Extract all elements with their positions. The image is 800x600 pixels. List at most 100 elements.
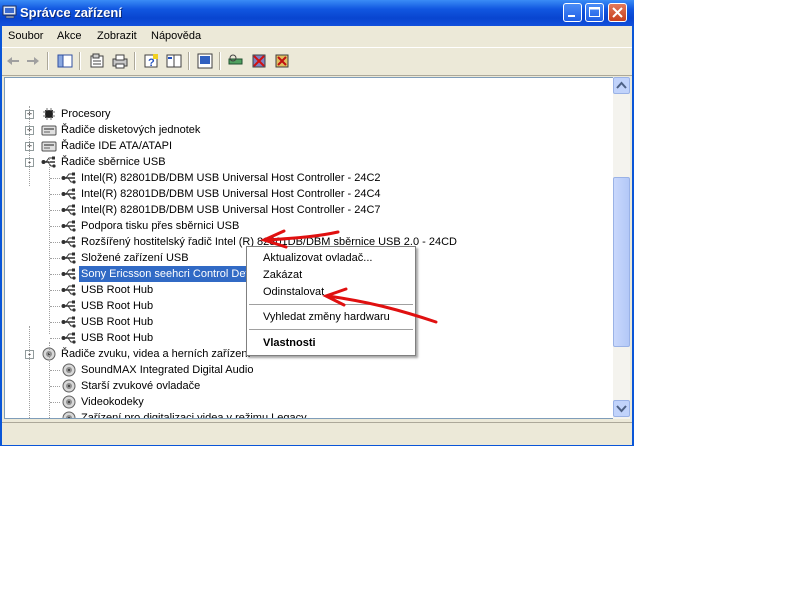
menu-item-update-driver[interactable]: Aktualizovat ovladač... xyxy=(263,250,372,266)
minimize-button[interactable] xyxy=(563,3,582,22)
tree-category[interactable]: + Řadiče IDE ATA/ATAPI xyxy=(5,138,605,154)
tree-connector xyxy=(50,418,60,419)
tree-item-label: Procesory xyxy=(61,108,111,120)
tree-item-label: USB Root Hub xyxy=(81,300,154,312)
tree-item[interactable]: Starší zvukové ovladače xyxy=(5,378,605,394)
properties-icon[interactable] xyxy=(88,52,106,70)
tree-item-label: Složené zařízení USB xyxy=(81,252,189,264)
scroll-down-button[interactable] xyxy=(613,400,630,417)
usb-icon xyxy=(61,268,76,280)
tree-connector xyxy=(50,322,60,323)
maximize-button[interactable] xyxy=(585,3,604,22)
tree-connector xyxy=(50,306,60,307)
sound-icon xyxy=(62,363,76,377)
usb-icon xyxy=(61,188,76,200)
tree-item-label: USB Root Hub xyxy=(81,332,154,344)
tree-item[interactable]: SoundMAX Integrated Digital Audio xyxy=(5,362,605,378)
tree-connector xyxy=(50,226,60,227)
tree-item[interactable]: Intel(R) 82801DB/DBM USB Universal Host … xyxy=(5,170,605,186)
tree-item-label: Řadiče IDE ATA/ATAPI xyxy=(61,140,173,152)
help-icon[interactable]: ? xyxy=(142,52,160,70)
tree-item-label: SoundMAX Integrated Digital Audio xyxy=(81,364,254,376)
tree-item[interactable]: Intel(R) 82801DB/DBM USB Universal Host … xyxy=(5,202,605,218)
tree-item[interactable]: Videokodeky xyxy=(5,394,605,410)
menu-separator xyxy=(249,304,413,305)
forward-arrow-icon[interactable] xyxy=(24,52,42,70)
sound-icon xyxy=(62,411,76,418)
toolbar: ? xyxy=(2,47,632,76)
tree-item-label: Intel(R) 82801DB/DBM USB Universal Host … xyxy=(81,172,381,184)
tree-item-label: Zařízení pro digitalizaci videa v režimu… xyxy=(81,412,307,419)
monitor-icon[interactable] xyxy=(196,52,214,70)
menu-bar: Soubor Akce Zobrazit Nápověda xyxy=(2,26,632,46)
tree-item-label: Podpora tisku přes sběrnici USB xyxy=(81,220,240,232)
usb-icon xyxy=(61,332,76,344)
toolbar-separator xyxy=(47,52,49,70)
processor-icon xyxy=(43,108,55,120)
menu-item-uninstall[interactable]: Odinstalovat xyxy=(263,284,324,300)
toolbar-separator xyxy=(134,52,136,70)
tree-item-label: Intel(R) 82801DB/DBM USB Universal Host … xyxy=(81,188,381,200)
menu-item-disable[interactable]: Zakázat xyxy=(263,267,302,283)
usb-icon xyxy=(61,252,76,264)
tree-item[interactable]: Intel(R) 82801DB/DBM USB Universal Host … xyxy=(5,186,605,202)
tree-item-label: Videokodeky xyxy=(81,396,144,408)
tree-item[interactable]: Podpora tisku přes sběrnici USB xyxy=(5,218,605,234)
tree-item-label: Sony Ericsson seehcri Control Device xyxy=(79,266,268,282)
vertical-scrollbar[interactable] xyxy=(613,77,630,419)
usb-icon xyxy=(61,204,76,216)
minimize-icon xyxy=(568,15,575,17)
tree-category[interactable]: - Řadiče sběrnice USB xyxy=(5,154,605,170)
menu-zobrazit[interactable]: Zobrazit xyxy=(97,30,137,42)
show-hide-tree-icon[interactable] xyxy=(56,52,74,70)
tree-item-label: Řadiče sběrnice USB xyxy=(61,156,166,168)
tree-connector xyxy=(50,338,60,339)
tree-item-label: Starší zvukové ovladače xyxy=(81,380,201,392)
tree-category[interactable]: + Řadiče disketových jednotek xyxy=(5,122,605,138)
usb-icon xyxy=(61,172,76,184)
scan-hardware-icon[interactable] xyxy=(227,52,245,70)
usb-icon xyxy=(61,316,76,328)
tree-guide-line xyxy=(29,106,30,186)
window-title: Správce zařízení xyxy=(20,5,122,20)
device-manager-window: Správce zařízení Soubor Akce Zobrazit Ná… xyxy=(0,0,634,446)
menu-item-scan-hardware[interactable]: Vyhledat změny hardwaru xyxy=(263,309,390,325)
tree-category[interactable]: + Procesory xyxy=(5,106,605,122)
disable-device-icon[interactable] xyxy=(250,52,268,70)
maximize-icon xyxy=(589,7,600,17)
uninstall-device-icon[interactable] xyxy=(273,52,291,70)
usb-icon xyxy=(61,300,76,312)
close-button[interactable] xyxy=(608,3,627,22)
scroll-thumb[interactable] xyxy=(613,177,630,347)
scroll-up-button[interactable] xyxy=(613,77,630,94)
tree-connector xyxy=(50,258,60,259)
computer-icon xyxy=(2,5,17,19)
tree-connector xyxy=(50,370,60,371)
tree-item-label: Řadiče zvuku, videa a herních zařízení xyxy=(61,348,251,360)
details-icon[interactable] xyxy=(165,52,183,70)
back-arrow-icon[interactable] xyxy=(4,52,22,70)
tree-connector xyxy=(50,402,60,403)
menu-napoveda[interactable]: Nápověda xyxy=(151,30,201,42)
tree-guide-line xyxy=(49,158,50,334)
tree-connector xyxy=(50,178,60,179)
usb-icon xyxy=(61,236,76,248)
tree-connector xyxy=(50,290,60,291)
menu-soubor[interactable]: Soubor xyxy=(8,30,43,42)
close-icon xyxy=(612,7,623,18)
title-bar[interactable]: Správce zařízení xyxy=(0,0,634,26)
tree-connector xyxy=(50,274,60,275)
chevron-down-icon xyxy=(616,405,627,413)
tree-connector xyxy=(50,210,60,211)
menu-item-properties[interactable]: Vlastnosti xyxy=(263,335,316,351)
ide-controller-icon xyxy=(41,141,57,152)
tree-item-label: Intel(R) 82801DB/DBM USB Universal Host … xyxy=(81,204,381,216)
toolbar-separator xyxy=(79,52,81,70)
print-icon[interactable] xyxy=(111,52,129,70)
context-menu: Aktualizovat ovladač... Zakázat Odinstal… xyxy=(246,246,416,356)
tree-connector xyxy=(50,194,60,195)
tree-item[interactable]: Zařízení pro digitalizaci videa v režimu… xyxy=(5,410,605,419)
chevron-up-icon xyxy=(616,81,627,89)
tree-guide-line xyxy=(49,342,50,418)
menu-akce[interactable]: Akce xyxy=(57,30,81,42)
